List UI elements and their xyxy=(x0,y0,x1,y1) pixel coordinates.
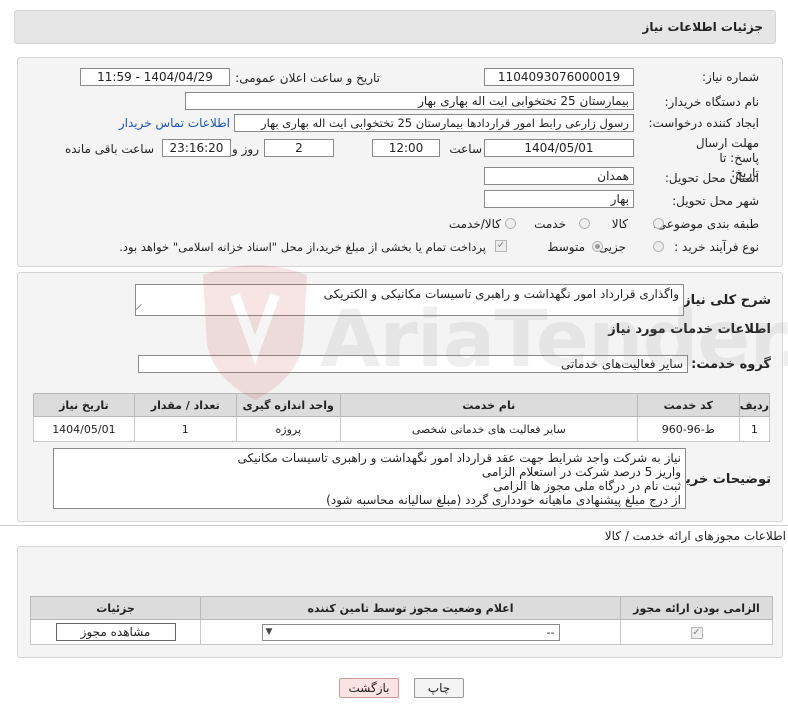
view-permit-button[interactable]: مشاهده مجوز xyxy=(55,623,176,641)
permits-table: الزامی بودن ارائه مجوز اعلام وضعیت مجوز … xyxy=(30,596,773,645)
need-number-field[interactable]: 1104093076000019 xyxy=(484,68,634,86)
cell-row: 1 xyxy=(738,416,771,442)
buyer-notes-line: نیاز به شرکت واجد شرایط جهت عقد قرارداد … xyxy=(237,451,681,465)
chevron-down-icon: ▼ xyxy=(265,626,273,637)
summary-textarea[interactable]: واگذاری قرارداد امور نگهداشت و راهبری تا… xyxy=(135,284,684,316)
col-date: تاریخ نیاز xyxy=(33,393,135,417)
services-table: ردیف کد خدمت نام خدمت واحد اندازه گیری ت… xyxy=(33,393,771,442)
payment-checkbox[interactable]: ✓ xyxy=(495,240,507,252)
permit-status-value: -- xyxy=(546,625,555,639)
page-title: جزئیات اطلاعات نیاز xyxy=(642,20,763,34)
print-button[interactable]: چاپ xyxy=(414,678,464,698)
category-option-service: خدمت xyxy=(534,217,566,231)
table-row: ✓ -- ▼ مشاهده مجوز xyxy=(30,619,773,645)
col-qty: تعداد / مقدار xyxy=(133,393,237,417)
deadline-time-field[interactable]: 12:00 xyxy=(372,139,440,157)
buyer-org-field[interactable]: بیمارستان 25 تختخوابی ایت اله بهاری بهار xyxy=(185,92,634,110)
category-radio-service[interactable] xyxy=(579,218,590,229)
city-label: شهر محل تحویل: xyxy=(672,194,759,208)
col-permit-status: اعلام وضعیت مجوز توسط تامین کننده xyxy=(200,596,621,620)
col-unit: واحد اندازه گیری xyxy=(235,393,341,417)
payment-note: پرداخت تمام یا بخشی از مبلغ خرید،از محل … xyxy=(119,240,486,254)
province-label: استان محل تحویل: xyxy=(664,171,759,185)
need-number-label: شماره نیاز: xyxy=(702,70,759,84)
table-row[interactable]: 1 ط-96-960 سایر فعالیت های خدماتی شخصی پ… xyxy=(33,416,771,442)
cell-unit: پروژه xyxy=(235,416,341,442)
process-radio-minor[interactable] xyxy=(653,241,664,252)
permits-table-header: الزامی بودن ارائه مجوز اعلام وضعیت مجوز … xyxy=(30,596,773,620)
col-code: کد خدمت xyxy=(636,393,740,417)
category-option-goods: کالا xyxy=(611,217,628,231)
cell-qty: 1 xyxy=(133,416,237,442)
remaining-time-field[interactable]: 23:16:20 xyxy=(162,139,231,157)
announce-label: تاریخ و ساعت اعلان عمومی: xyxy=(235,71,380,85)
process-label: نوع فرآیند خرید : xyxy=(674,240,759,254)
category-option-goods-service: کالا/خدمت xyxy=(448,217,501,231)
days-field[interactable]: 2 xyxy=(264,139,334,157)
requester-label: ایجاد کننده درخواست: xyxy=(648,116,759,130)
col-permit-required: الزامی بودن ارائه مجوز xyxy=(620,596,773,620)
col-row: ردیف xyxy=(738,393,771,417)
cell-code: ط-96-960 xyxy=(636,416,740,442)
contact-buyer-link[interactable]: اطلاعات تماس خریدار xyxy=(119,116,230,130)
cell-permit-status: -- ▼ xyxy=(200,619,621,645)
remaining-time-label: ساعت باقی مانده xyxy=(64,142,154,156)
service-group-field[interactable]: سایر فعالیت‌های خدماتی xyxy=(138,355,688,373)
province-field[interactable]: همدان xyxy=(484,167,634,185)
header-bar: جزئیات اطلاعات نیاز xyxy=(14,10,776,44)
need-info-panel xyxy=(17,57,783,267)
requester-field[interactable]: رسول زارعی رابط امور قراردادها بیمارستان… xyxy=(234,114,634,132)
cell-date: 1404/05/01 xyxy=(33,416,135,442)
process-radio-medium[interactable] xyxy=(592,241,603,252)
city-field[interactable]: بهار xyxy=(484,190,634,208)
permits-section-title: اطلاعات مجوزهای ارائه خدمت / کالا xyxy=(604,529,786,543)
service-group-label: گروه خدمت: xyxy=(691,357,771,372)
category-label: طبقه بندی موضوعی: xyxy=(652,217,759,231)
buyer-org-label: نام دستگاه خریدار: xyxy=(664,95,760,109)
col-name: نام خدمت xyxy=(339,393,638,417)
services-section-title: اطلاعات خدمات مورد نیاز xyxy=(608,322,771,337)
category-radio-goods[interactable] xyxy=(653,218,664,229)
cell-permit-details: مشاهده مجوز xyxy=(30,619,201,645)
permits-divider xyxy=(0,525,788,526)
cell-permit-required: ✓ xyxy=(620,619,773,645)
days-label: روز و xyxy=(232,142,259,156)
buyer-notes-line: ثبت نام در درگاه ملی مجوز ها الزامی xyxy=(493,479,681,493)
summary-label: شرح کلی نیاز: xyxy=(677,293,771,308)
buyer-notes-line: واریز 5 درصد شرکت در استعلام الزامی xyxy=(481,465,681,479)
announce-field[interactable]: 1404/04/29 - 11:59 xyxy=(80,68,230,86)
category-radio-goods-service[interactable] xyxy=(505,218,516,229)
buyer-notes-textarea[interactable]: نیاز به شرکت واجد شرایط جهت عقد قرارداد … xyxy=(53,448,686,509)
summary-text: واگذاری قرارداد امور نگهداشت و راهبری تا… xyxy=(323,287,679,301)
permit-status-select[interactable]: -- ▼ xyxy=(261,623,560,641)
back-button[interactable]: بازگشت xyxy=(339,678,399,698)
services-table-header: ردیف کد خدمت نام خدمت واحد اندازه گیری ت… xyxy=(33,393,771,417)
cell-name: سایر فعالیت های خدماتی شخصی xyxy=(339,416,638,442)
permit-required-checkbox[interactable]: ✓ xyxy=(690,626,703,639)
process-option-medium: متوسط xyxy=(547,240,585,254)
deadline-date-field[interactable]: 1404/05/01 xyxy=(484,139,634,157)
deadline-time-label: ساعت xyxy=(449,142,482,156)
col-permit-details: جزئیات xyxy=(30,596,201,620)
buyer-notes-line: از درج مبلغ پیشنهادی ماهیانه خودداری گرد… xyxy=(326,493,681,507)
